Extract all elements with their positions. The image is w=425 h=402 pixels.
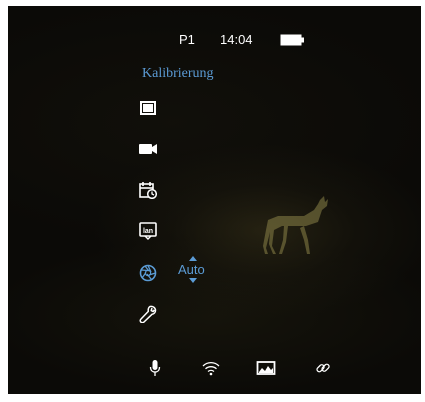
link-icon[interactable]: [313, 358, 333, 378]
value-down-arrow[interactable]: [189, 278, 197, 283]
battery-icon: [280, 34, 304, 46]
wifi-icon[interactable]: [201, 358, 221, 378]
profile-indicator: P1: [179, 32, 195, 47]
aperture-value[interactable]: Auto: [178, 262, 205, 277]
rangefinder-icon[interactable]: [256, 358, 276, 378]
device-screen: P1 14:04 Kalibrierung lan Auto: [8, 6, 421, 394]
microphone-icon[interactable]: [145, 358, 165, 378]
lan-icon[interactable]: lan: [138, 221, 158, 241]
status-bar: P1 14:04: [8, 32, 421, 50]
display-icon[interactable]: [138, 98, 158, 118]
clock: 14:04: [220, 32, 253, 47]
svg-text:lan: lan: [143, 228, 153, 235]
camera-icon[interactable]: [138, 139, 158, 159]
aperture-icon[interactable]: [138, 263, 158, 283]
calendar-clock-icon[interactable]: [138, 180, 158, 200]
value-up-arrow[interactable]: [189, 256, 197, 261]
menu-title: Kalibrierung: [142, 66, 214, 81]
wrench-icon[interactable]: [138, 304, 158, 324]
deer-silhouette: [263, 196, 328, 254]
